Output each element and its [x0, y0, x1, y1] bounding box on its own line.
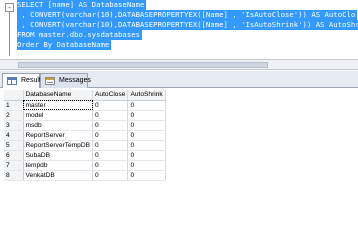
- table-row: 6 SubaDB 0 0: [4, 150, 166, 161]
- row-number[interactable]: 4: [4, 130, 24, 141]
- row-number[interactable]: 5: [4, 140, 24, 151]
- query-editor[interactable]: - SELECT [name] AS DatabaseName , CONVER…: [0, 0, 358, 60]
- table-cell[interactable]: msdb: [23, 120, 93, 131]
- results-tabstrip: Results Messages: [0, 71, 358, 89]
- table-cell[interactable]: tempdb: [23, 160, 93, 171]
- header-row: DatabaseName AutoClose AutoShrink: [4, 90, 166, 101]
- row-number[interactable]: 2: [4, 110, 24, 121]
- messages-icon: [45, 77, 55, 85]
- row-number[interactable]: 3: [4, 120, 24, 131]
- table-row: 4 ReportServer 0 0: [4, 130, 166, 141]
- editor-gutter: -: [0, 0, 17, 59]
- table-cell[interactable]: 0: [127, 170, 166, 181]
- table-cell[interactable]: 0: [92, 140, 129, 151]
- table-cell[interactable]: 0: [92, 110, 129, 121]
- table-row: 8 VenkatDB 0 0: [4, 170, 166, 181]
- row-number[interactable]: 1: [4, 100, 24, 111]
- code-line: , CONVERT(varchar(10),DATABASEPROPERTYEX…: [17, 20, 358, 30]
- grid-icon: [7, 77, 17, 85]
- editor-horizontal-scrollbar[interactable]: [0, 60, 358, 70]
- table-cell[interactable]: 0: [127, 130, 166, 141]
- column-header[interactable]: AutoClose: [92, 90, 129, 101]
- tab-messages[interactable]: Messages: [40, 73, 91, 88]
- table-cell[interactable]: ReportServerTempDB: [23, 140, 93, 151]
- code-line-text: SELECT [name] AS DatabaseName: [17, 0, 147, 10]
- table-cell[interactable]: 0: [127, 100, 166, 111]
- table-row: 7 tempdb 0 0: [4, 160, 166, 171]
- table-cell[interactable]: model: [23, 110, 93, 121]
- results-grid: DatabaseName AutoClose AutoShrink 1 mast…: [4, 90, 166, 181]
- table-cell[interactable]: 0: [127, 120, 166, 131]
- sql-code[interactable]: SELECT [name] AS DatabaseName , CONVERT(…: [17, 0, 358, 50]
- table-row: 2 model 0 0: [4, 110, 166, 121]
- table-row: 1 master 0 0: [4, 100, 166, 111]
- code-line-text: Order By DatabaseName: [17, 40, 112, 50]
- table-cell[interactable]: VenkatDB: [23, 170, 93, 181]
- table-cell[interactable]: 0: [127, 110, 166, 121]
- table-cell[interactable]: ReportServer: [23, 130, 93, 141]
- table-cell[interactable]: 0: [127, 160, 166, 171]
- outline-bracket: [9, 12, 10, 56]
- collapse-icon[interactable]: -: [5, 3, 14, 12]
- table-cell[interactable]: 0: [127, 150, 166, 161]
- column-header[interactable]: DatabaseName: [23, 90, 93, 101]
- scrollbar-thumb[interactable]: [18, 62, 268, 68]
- table-cell[interactable]: 0: [127, 140, 166, 151]
- code-line: FROM master.dbo.sysdatabases: [17, 30, 358, 40]
- table-row: 3 msdb 0 0: [4, 120, 166, 131]
- code-line: , CONVERT(varchar(10),DATABASEPROPERTYEX…: [17, 10, 358, 20]
- table-row: 5 ReportServerTempDB 0 0: [4, 140, 166, 151]
- table-cell[interactable]: 0: [92, 130, 129, 141]
- table-cell[interactable]: master: [23, 100, 93, 111]
- row-number[interactable]: 7: [4, 160, 24, 171]
- code-line-text: , CONVERT(varchar(10),DATABASEPROPERTYEX…: [17, 10, 358, 20]
- code-line-text: FROM master.dbo.sysdatabases: [17, 30, 143, 40]
- row-number[interactable]: 8: [4, 170, 24, 181]
- table-cell[interactable]: 0: [92, 150, 129, 161]
- row-number[interactable]: 6: [4, 150, 24, 161]
- code-line-text: , CONVERT(varchar(10),DATABASEPROPERTYEX…: [17, 20, 358, 30]
- table-cell[interactable]: SubaDB: [23, 150, 93, 161]
- table-cell[interactable]: 0: [92, 120, 129, 131]
- results-grid-area: DatabaseName AutoClose AutoShrink 1 mast…: [0, 88, 358, 214]
- tab-results[interactable]: Results: [2, 73, 44, 89]
- tab-label: Messages: [59, 77, 91, 84]
- code-line: SELECT [name] AS DatabaseName: [17, 0, 358, 10]
- table-cell[interactable]: 0: [92, 100, 129, 111]
- code-line: Order By DatabaseName: [17, 40, 358, 50]
- table-cell[interactable]: 0: [92, 160, 129, 171]
- table-cell[interactable]: 0: [92, 170, 129, 181]
- column-header[interactable]: AutoShrink: [127, 90, 166, 101]
- corner-cell[interactable]: [4, 90, 24, 101]
